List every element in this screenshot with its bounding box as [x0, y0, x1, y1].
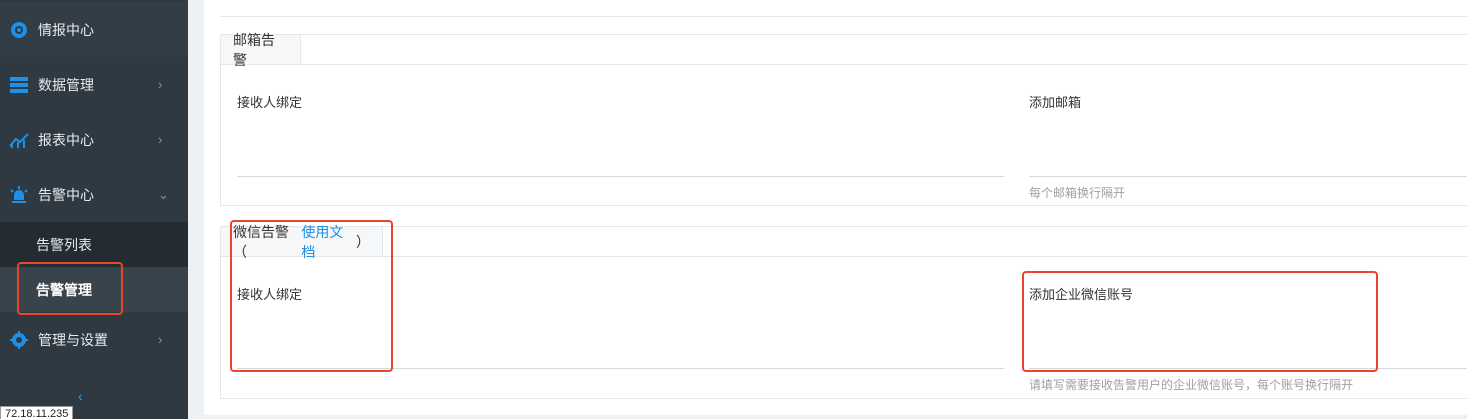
highlight-box-wechat-account	[1022, 271, 1378, 372]
chevron-down-icon: ⌄	[158, 186, 169, 202]
highlight-box-wechat-receiver	[230, 220, 393, 372]
sidebar-item-label: 告警中心	[38, 186, 94, 203]
receiver-binding-label: 接收人绑定	[237, 95, 303, 110]
gear-icon	[9, 330, 29, 350]
divider	[221, 64, 1467, 65]
chevron-right-icon: ›	[158, 132, 163, 147]
sidebar-item-report-center[interactable]: 报表中心 ›	[0, 112, 188, 167]
radar-icon	[9, 20, 29, 40]
chevron-right-icon: ›	[158, 332, 163, 347]
email-hint: 每个邮箱换行隔开	[1029, 186, 1126, 200]
line-chart-icon	[9, 130, 29, 150]
highlight-box-alert-management	[17, 262, 123, 315]
wechat-hint: 请填写需要接收告警用户的企业微信账号，每个账号换行隔开	[1029, 378, 1354, 392]
email-alert-section: 邮箱告警 接收人绑定 添加邮箱 每个邮箱换行隔开	[220, 32, 1467, 206]
divider	[220, 16, 1467, 17]
sidebar-item-label: 报表中心	[38, 131, 94, 148]
add-email-label: 添加邮箱	[1029, 95, 1082, 110]
siren-icon	[9, 185, 29, 205]
database-icon	[9, 75, 29, 95]
section-title: 邮箱告警	[221, 32, 301, 68]
status-url-tooltip: 72.18.11.235	[0, 406, 74, 419]
divider	[221, 256, 1467, 257]
sidebar-item-intel-center[interactable]: 情报中心	[0, 2, 188, 57]
collapse-sidebar-icon[interactable]: ‹	[78, 388, 83, 404]
sidebar-item-label: 数据管理	[38, 76, 94, 93]
chevron-right-icon: ›	[158, 77, 163, 92]
sidebar: 情报中心 数据管理 › 报表中心 › 告警中心 ⌄ 告警列表 告警管理 管理与设…	[0, 0, 188, 419]
sidebar-item-management-settings[interactable]: 管理与设置 ›	[0, 312, 188, 367]
email-list-textarea[interactable]	[1029, 176, 1467, 177]
sidebar-item-label: 情报中心	[38, 21, 94, 38]
sidebar-subitem-alert-list[interactable]: 告警列表	[0, 222, 188, 267]
sidebar-item-label: 管理与设置	[38, 331, 108, 348]
sidebar-item-alert-center[interactable]: 告警中心 ⌄	[0, 167, 188, 222]
receiver-binding-input[interactable]	[237, 176, 1004, 177]
sidebar-item-data-management[interactable]: 数据管理 ›	[0, 57, 188, 112]
